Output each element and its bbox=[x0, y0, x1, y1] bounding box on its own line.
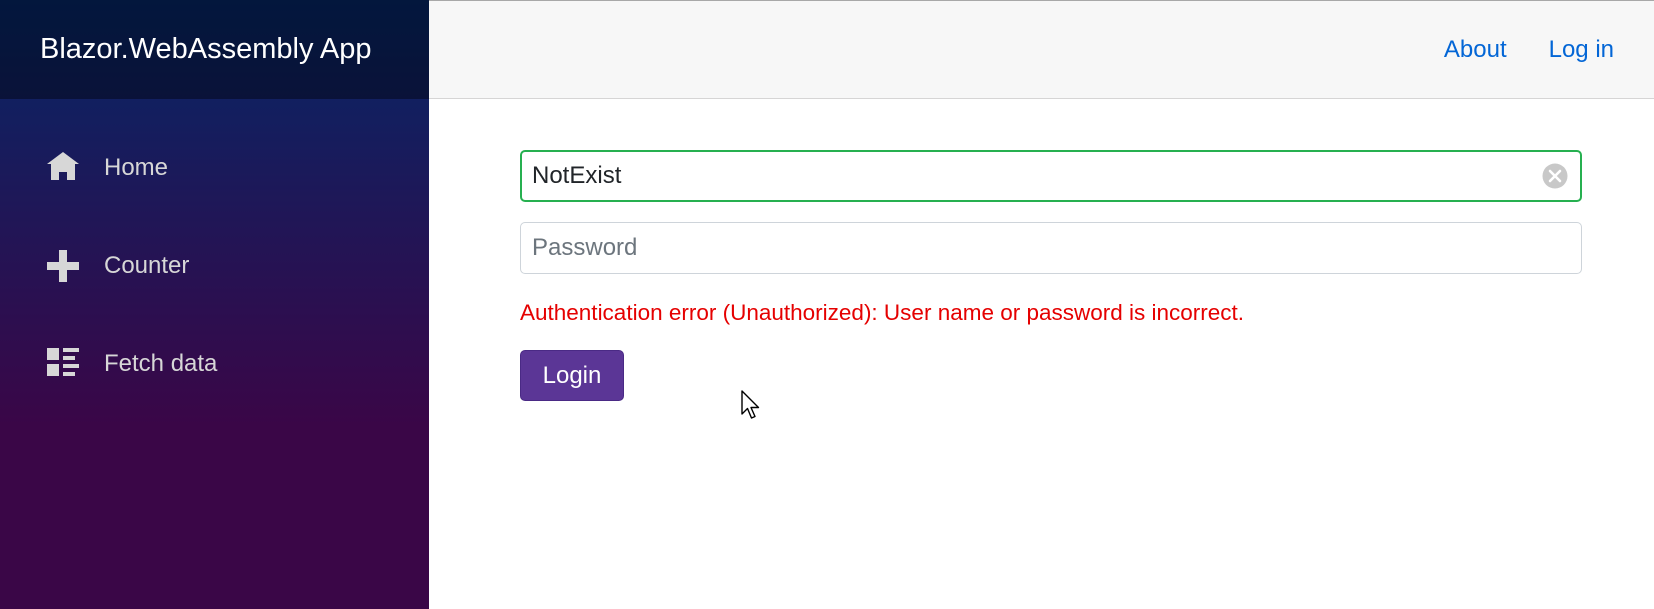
username-value: NotExist bbox=[532, 162, 622, 189]
log-in-link[interactable]: Log in bbox=[1549, 36, 1614, 64]
login-form: NotExist Password Authentication error (… bbox=[520, 150, 1582, 401]
error-message: Authentication error (Unauthorized): Use… bbox=[520, 300, 1245, 325]
password-field[interactable]: Password bbox=[520, 222, 1582, 274]
sidebar-item-label: Fetch data bbox=[104, 350, 218, 377]
mouse-cursor-icon bbox=[741, 390, 760, 419]
brand-bar: Blazor.WebAssembly App bbox=[0, 0, 429, 99]
sidebar-nav: Home Counter Fetch data bbox=[0, 99, 429, 413]
username-field[interactable]: NotExist bbox=[520, 150, 1582, 202]
about-link[interactable]: About bbox=[1444, 36, 1507, 64]
sidebar-item-home[interactable]: Home bbox=[0, 119, 429, 217]
home-icon bbox=[46, 151, 80, 185]
app-brand-link[interactable]: Blazor.WebAssembly App bbox=[40, 33, 372, 66]
list-rich-icon bbox=[46, 347, 80, 381]
login-button[interactable]: Login bbox=[520, 350, 624, 401]
top-row: About Log in bbox=[429, 0, 1654, 99]
sidebar-item-counter[interactable]: Counter bbox=[0, 217, 429, 315]
plus-icon bbox=[46, 249, 80, 283]
sidebar-item-label: Home bbox=[104, 154, 169, 181]
sidebar-item-fetch-data[interactable]: Fetch data bbox=[0, 315, 429, 413]
clear-icon[interactable] bbox=[1541, 162, 1569, 190]
sidebar: Blazor.WebAssembly App Home Counter Fetc… bbox=[0, 0, 429, 609]
password-placeholder: Password bbox=[532, 234, 638, 261]
sidebar-item-label: Counter bbox=[104, 252, 190, 279]
